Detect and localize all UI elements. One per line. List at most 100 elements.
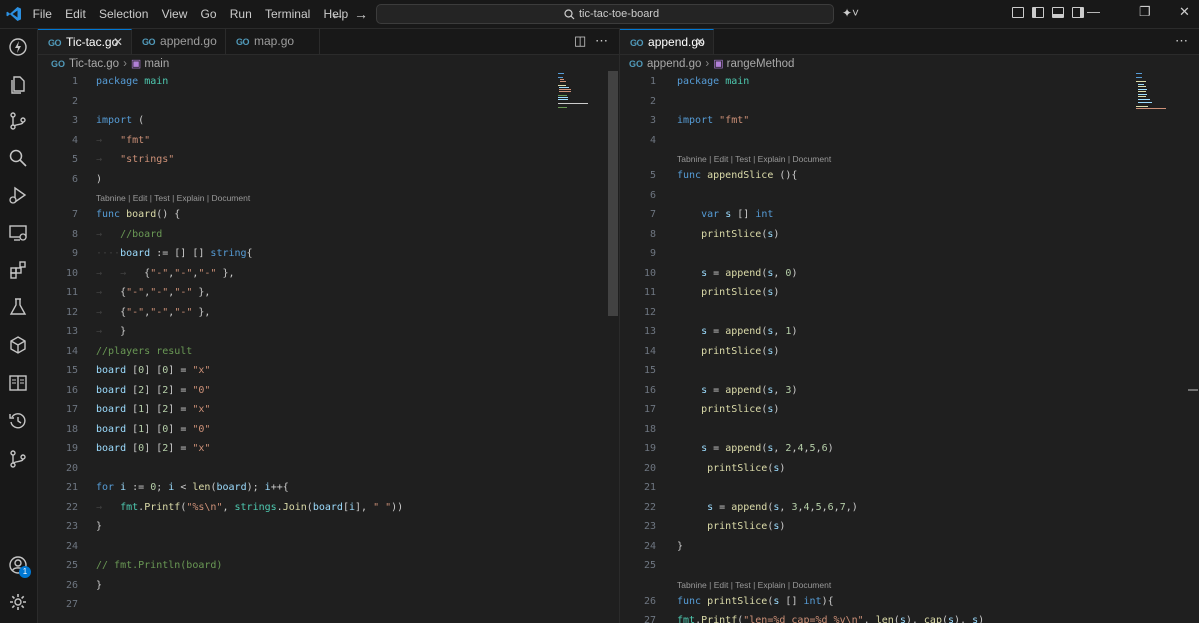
extensions-icon[interactable] — [8, 260, 28, 280]
copilot-activity-icon[interactable] — [8, 37, 28, 57]
line-number: 27 — [65, 599, 78, 610]
line-number: 3 — [71, 115, 78, 126]
code-line: board [1] [0] = "0" — [96, 424, 211, 435]
line-number: 14 — [65, 346, 78, 357]
menu-terminal[interactable]: Terminal — [258, 0, 317, 28]
line-number: 27 — [643, 615, 656, 623]
line-number: 17 — [643, 404, 656, 415]
string-literal: "fmt" — [719, 115, 750, 126]
code-line: → fmt.Printf("%s\n", strings.Join(board[… — [96, 502, 404, 513]
line-number: 26 — [65, 580, 78, 591]
code-line: fmt.Printf("len=%d cap=%d %v\n", len(s),… — [677, 615, 984, 623]
line-number: 2 — [649, 96, 656, 107]
close-window-icon[interactable]: ✕ — [1179, 4, 1190, 20]
line-number: 16 — [65, 385, 78, 396]
line-number: 20 — [65, 463, 78, 474]
tab-append-go-right[interactable]: GO append.go ✕ — [620, 29, 714, 54]
line-number: 6 — [71, 174, 78, 185]
line-number: 7 — [649, 209, 656, 220]
menu-selection[interactable]: Selection — [92, 0, 155, 28]
line-number: 10 — [643, 268, 656, 279]
line-number: 1 — [71, 76, 78, 87]
line-number: 10 — [65, 268, 78, 279]
toggle-primary-sidebar-icon[interactable] — [1032, 7, 1044, 18]
restore-window-icon[interactable]: ❐ — [1139, 4, 1151, 20]
code-line: func printSlice(s [] int){ — [677, 596, 834, 607]
menu-view[interactable]: View — [155, 0, 194, 28]
minimize-window-icon[interactable]: — — [1087, 4, 1100, 19]
menu-file[interactable]: File — [26, 0, 59, 28]
line-number: 17 — [65, 404, 78, 415]
toggle-secondary-sidebar-icon[interactable] — [1072, 7, 1084, 18]
line-number: 9 — [71, 248, 78, 259]
breadcrumb-file[interactable]: Tic-tac.go — [69, 55, 119, 73]
line-number: 15 — [643, 365, 656, 376]
line-number: 22 — [643, 502, 656, 513]
line-number: 23 — [65, 521, 78, 532]
testing-icon[interactable] — [8, 297, 28, 317]
string-literal: "fmt" — [120, 135, 151, 146]
minimap-left[interactable] — [558, 71, 608, 111]
menu-run[interactable]: Run — [223, 0, 258, 28]
symbol-method-icon: ▣ — [713, 58, 724, 70]
more-actions-icon[interactable]: ⋯ — [1175, 33, 1188, 49]
line-number: 2 — [71, 96, 78, 107]
line-number: 12 — [65, 307, 78, 318]
arrow-right-icon[interactable]: → — [354, 6, 368, 22]
run-debug-icon[interactable] — [8, 185, 28, 205]
copilot-icon[interactable]: ✦˅ — [842, 6, 859, 20]
menu-edit[interactable]: Edit — [59, 0, 93, 28]
close-tab-icon[interactable]: ✕ — [695, 30, 705, 55]
toggle-panel-icon[interactable] — [1052, 7, 1064, 18]
line-number: 21 — [65, 482, 78, 493]
breadcrumb-file[interactable]: append.go — [647, 55, 701, 73]
arrow-left-icon[interactable]: ← — [330, 6, 344, 22]
code-line: import ( — [96, 115, 145, 126]
split-editor-icon[interactable]: ◫ — [574, 33, 586, 49]
menu-go[interactable]: Go — [194, 0, 223, 28]
codelens-tabnine[interactable]: Tabnine | Edit | Test | Explain | Docume… — [677, 154, 831, 164]
string-literal: "%s\n" — [186, 502, 223, 513]
breadcrumb-symbol[interactable]: rangeMethod — [727, 55, 795, 73]
search-activity-icon[interactable] — [8, 148, 28, 168]
containers-icon[interactable] — [8, 335, 28, 355]
scrollbar-right[interactable] — [1188, 389, 1198, 391]
minimap-right[interactable] — [1136, 71, 1186, 111]
code-line: printSlice(s) — [701, 229, 780, 240]
code-line: s = append(s, 0) — [701, 268, 798, 279]
codelens-tabnine[interactable]: Tabnine | Edit | Test | Explain | Docume… — [677, 580, 831, 590]
code-line: s = append(s, 3,4,5,6,7,) — [707, 502, 858, 513]
close-tab-icon[interactable]: ✕ — [113, 30, 123, 55]
code-line: → } — [96, 326, 127, 337]
tab-append-go[interactable]: GO append.go — [132, 29, 226, 54]
line-number: 24 — [643, 541, 656, 552]
book-icon[interactable] — [8, 373, 28, 393]
line-number: 8 — [649, 229, 656, 240]
editor-group-right: GO append.go ✕ ⋯ GO append.go › ▣ rangeMe… — [620, 29, 1199, 623]
code-line: s = append(s, 1) — [701, 326, 798, 337]
tab-bar-right: GO append.go ✕ ⋯ — [620, 29, 1199, 55]
customize-layout-icon[interactable] — [1012, 7, 1024, 18]
command-center-search[interactable]: tic-tac-toe-board — [376, 4, 834, 24]
breadcrumb-symbol[interactable]: main — [144, 55, 169, 73]
string-literal: "strings" — [120, 154, 175, 165]
scrollbar-left[interactable] — [608, 71, 618, 316]
settings-gear-icon[interactable] — [8, 592, 28, 612]
workspace-name: tic-tac-toe-board — [579, 8, 660, 20]
tab-map-go[interactable]: GO map.go — [226, 29, 320, 54]
comment: //board — [120, 229, 163, 240]
tab-tic-tac-go[interactable]: GO Tic-tac.go ✕ — [38, 29, 132, 54]
tab-bar-left: GO Tic-tac.go ✕ GO append.go GO map.go ◫ ⋯ — [38, 29, 619, 55]
explorer-icon[interactable] — [8, 74, 28, 94]
source-control-icon[interactable] — [8, 111, 28, 131]
more-actions-icon[interactable]: ⋯ — [595, 33, 608, 49]
go-file-icon: GO — [142, 37, 156, 47]
git-graph-icon[interactable] — [8, 449, 28, 469]
code-line: → //board — [96, 229, 163, 240]
code-line: } — [96, 580, 103, 591]
codelens-tabnine[interactable]: Tabnine | Edit | Test | Explain | Docume… — [96, 193, 250, 203]
line-number: 5 — [649, 170, 656, 181]
navigation-arrows: ← → — [330, 6, 368, 22]
remote-explorer-icon[interactable] — [8, 223, 28, 243]
timeline-icon[interactable] — [8, 411, 28, 431]
